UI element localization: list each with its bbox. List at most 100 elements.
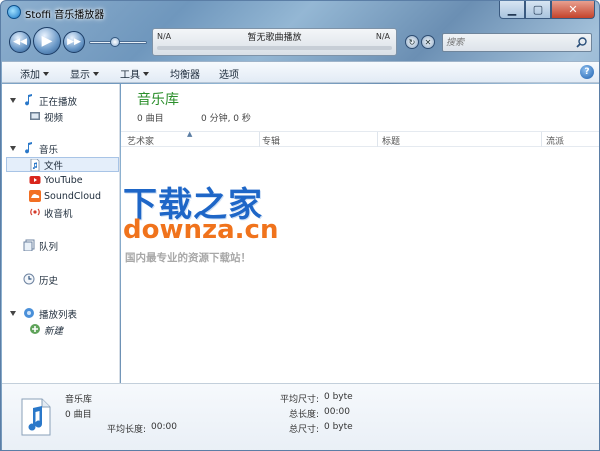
column-divider[interactable]	[541, 132, 542, 147]
search-input[interactable]	[446, 36, 572, 49]
play-icon: ▶	[41, 33, 53, 49]
total-length-value: 00:00	[324, 407, 350, 417]
video-icon	[30, 112, 40, 120]
details-count: 0 曲目	[65, 410, 92, 420]
chevron-down-icon	[43, 72, 49, 76]
sidebar-item-label: 播放列表	[39, 309, 78, 321]
sidebar-item-youtube[interactable]: YouTube	[2, 173, 120, 188]
avg-length-value: 00:00	[151, 422, 177, 432]
menu-add-label: 添加	[20, 70, 40, 81]
window-controls: ▁ ▢ ✕	[499, 1, 595, 19]
youtube-icon	[29, 176, 41, 184]
now-playing-title: 暂无歌曲播放	[247, 33, 302, 43]
column-artist[interactable]: 艺术家	[127, 134, 154, 147]
sidebar-item-label: 文件	[44, 160, 64, 172]
maximize-button[interactable]: ▢	[525, 1, 551, 19]
title-bar: Stoffi 音乐播放器 ▁ ▢ ✕	[1, 1, 599, 25]
menu-view[interactable]: 显示	[70, 66, 99, 81]
close-button[interactable]: ✕	[551, 1, 595, 19]
previous-button[interactable]: ◀◀	[9, 31, 31, 53]
soundcloud-icon	[29, 190, 41, 202]
menu-options[interactable]: 选项	[219, 66, 239, 81]
avg-length-label: 平均长度:	[107, 425, 147, 435]
repeat-button[interactable]: ↻	[405, 35, 419, 49]
repeat-icon: ↻	[408, 37, 416, 47]
menu-view-label: 显示	[70, 70, 90, 81]
previous-icon: ◀◀	[13, 37, 27, 47]
next-button[interactable]: ▶▶	[63, 31, 85, 53]
sidebar-item-queue[interactable]: 队列	[2, 238, 120, 253]
app-logo-icon	[7, 5, 21, 19]
expand-arrow-icon[interactable]	[10, 311, 16, 316]
page-title: 音乐库	[137, 92, 179, 108]
column-album[interactable]: 专辑	[262, 134, 280, 147]
column-title[interactable]: 标题	[382, 134, 400, 147]
seek-bar[interactable]	[157, 46, 392, 50]
chevron-down-icon	[143, 72, 149, 76]
playlist-icon	[24, 308, 34, 318]
details-panel: 音乐库 0 曲目 平均长度: 00:00 平均尺寸: 0 byte 总长度: 0…	[2, 383, 599, 450]
sidebar-item-history[interactable]: 历史	[2, 272, 120, 287]
main-panel: 音乐库 0 曲目 0 分钟, 0 秒 ▲ 艺术家 专辑 标题 流派 下载之家 d…	[121, 84, 599, 383]
track-count: 0 曲目	[137, 114, 164, 124]
column-divider[interactable]	[259, 132, 260, 147]
column-genre[interactable]: 流派	[546, 134, 564, 147]
sidebar-item-new-playlist[interactable]: 新建	[2, 322, 120, 337]
minimize-button[interactable]: ▁	[499, 1, 525, 19]
menu-equalizer-label: 均衡器	[170, 70, 200, 81]
sidebar-item-label: SoundCloud	[44, 191, 102, 202]
now-playing-display: N/A 暂无歌曲播放 N/A	[152, 28, 397, 56]
file-music-icon	[30, 159, 40, 171]
play-button[interactable]: ▶	[33, 27, 61, 55]
menu-equalizer[interactable]: 均衡器	[170, 66, 200, 81]
sidebar-item-video[interactable]: 视频	[2, 109, 120, 124]
player-controls: ◀◀ ▶ ▶▶ N/A 暂无歌曲播放 N/A ↻ ✕	[1, 25, 599, 59]
shuffle-button[interactable]: ✕	[421, 35, 435, 49]
sidebar-item-soundcloud[interactable]: SoundCloud	[2, 189, 120, 204]
help-icon[interactable]: ?	[580, 65, 594, 79]
sidebar-item-label: 收音机	[44, 208, 73, 220]
music-file-icon	[21, 398, 51, 436]
menu-tools-label: 工具	[120, 70, 140, 81]
sidebar-item-label: 音乐	[39, 144, 59, 156]
volume-slider-thumb[interactable]	[110, 37, 121, 47]
app-window: Stoffi 音乐播放器 ▁ ▢ ✕ ◀◀ ▶ ▶▶ N/A 暂无歌曲播放 N/…	[0, 0, 600, 451]
watermark-domain: downza.cn	[123, 215, 279, 245]
avg-size-label: 平均尺寸:	[280, 395, 320, 405]
clock-icon	[23, 273, 35, 285]
column-divider[interactable]	[377, 132, 378, 147]
menu-bar: 添加 显示 工具 均衡器 选项 ?	[2, 61, 599, 83]
total-length-label: 总长度:	[289, 410, 320, 420]
total-size-value: 0 byte	[324, 422, 353, 432]
sidebar: 正在播放 视频 音乐 文件 YouTube SoundCloud 收音机 队列 …	[2, 84, 120, 383]
music-note-icon	[25, 94, 32, 106]
menu-options-label: 选项	[219, 70, 239, 81]
sidebar-item-playlists[interactable]: 播放列表	[2, 306, 120, 321]
sidebar-item-files[interactable]: 文件	[6, 157, 119, 172]
sidebar-item-label: 正在播放	[39, 96, 78, 108]
library-duration: 0 分钟, 0 秒	[201, 114, 251, 124]
track-list-header: ▲ 艺术家 专辑 标题 流派	[121, 130, 599, 147]
menu-add[interactable]: 添加	[20, 66, 49, 81]
sidebar-item-now-playing[interactable]: 正在播放	[2, 93, 120, 108]
new-playlist-icon	[30, 324, 40, 334]
chevron-down-icon	[93, 72, 99, 76]
shuffle-icon: ✕	[424, 37, 432, 47]
radio-icon	[30, 208, 40, 216]
total-size-label: 总尺寸:	[289, 425, 320, 435]
details-name: 音乐库	[65, 395, 93, 405]
menu-tools[interactable]: 工具	[120, 66, 149, 81]
sidebar-item-label: 新建	[44, 325, 64, 337]
sidebar-item-label: 队列	[39, 241, 59, 253]
sort-ascending-icon: ▲	[187, 130, 193, 138]
search-box	[442, 33, 592, 52]
window-title: Stoffi 音乐播放器	[25, 10, 105, 21]
sidebar-item-radio[interactable]: 收音机	[2, 205, 120, 220]
sidebar-item-label: 视频	[44, 112, 64, 124]
expand-arrow-icon[interactable]	[10, 98, 16, 103]
search-icon[interactable]	[575, 36, 588, 49]
sidebar-item-label: YouTube	[44, 175, 83, 186]
sidebar-item-music[interactable]: 音乐	[2, 141, 120, 156]
sidebar-item-label: 历史	[39, 275, 59, 287]
expand-arrow-icon[interactable]	[10, 146, 16, 151]
